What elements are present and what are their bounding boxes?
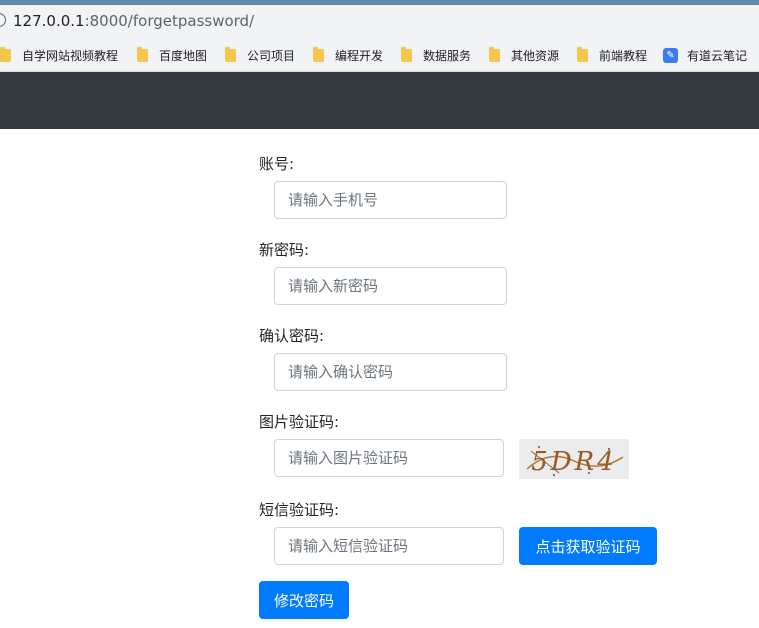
folder-icon [313, 46, 324, 62]
bookmark-label: 公司项目 [247, 48, 296, 63]
image-captcha-label: 图片验证码: [259, 413, 340, 431]
captcha-graphic: 5DR4 [519, 439, 629, 479]
folder-icon [0, 46, 11, 62]
confirm-password-input[interactable] [274, 353, 507, 391]
bookmark-item[interactable]: 前端教程 [577, 46, 647, 64]
bookmark-label: 百度地图 [159, 48, 208, 63]
folder-icon [137, 46, 148, 62]
new-password-label: 新密码: [259, 241, 310, 259]
forget-password-form: 账号: 新密码: 确认密码: 图片验证码: 5DR4 短信验证码: 点击获取验证… [0, 129, 759, 628]
bookmark-item[interactable]: ✎ 有道云笔记 [663, 46, 747, 64]
bookmark-label: 数据服务 [423, 48, 472, 63]
navbar [0, 72, 759, 129]
confirm-password-label: 确认密码: [259, 327, 325, 345]
folder-icon [489, 46, 500, 62]
bookmark-label: 自学网站视频教程 [22, 48, 119, 63]
bookmark-item[interactable]: 公司项目 [225, 46, 295, 64]
bookmarks-bar: 自学网站视频教程 百度地图 公司项目 编程开发 数据服务 其他资源 前端教程 ✎… [0, 37, 759, 72]
captcha-image[interactable]: 5DR4 [519, 439, 629, 479]
bookmark-label: 有道云笔记 [687, 48, 748, 63]
submit-button[interactable]: 修改密码 [259, 581, 349, 619]
bookmark-label: 其他资源 [511, 48, 560, 63]
info-icon[interactable] [0, 13, 6, 27]
new-password-input[interactable] [274, 267, 507, 305]
sms-code-input[interactable] [274, 527, 504, 565]
url-text[interactable]: 127.0.0.1:8000/forgetpassword/ [13, 12, 254, 30]
bookmark-label: 编程开发 [335, 48, 384, 63]
bookmark-item[interactable]: 数据服务 [401, 46, 471, 64]
account-label: 账号: [259, 155, 295, 173]
address-bar[interactable]: 127.0.0.1:8000/forgetpassword/ [0, 5, 759, 37]
get-code-button[interactable]: 点击获取验证码 [519, 527, 657, 565]
sms-code-label: 短信验证码: [259, 501, 340, 519]
bookmark-item[interactable]: 自学网站视频教程 [0, 46, 118, 64]
bookmark-label: 前端教程 [599, 48, 648, 63]
folder-icon [577, 46, 588, 62]
note-icon: ✎ [663, 47, 678, 63]
image-captcha-input[interactable] [274, 439, 504, 477]
bookmark-item[interactable]: 其他资源 [489, 46, 559, 64]
folder-icon [401, 46, 412, 62]
bookmark-item[interactable]: 编程开发 [313, 46, 383, 64]
url-path: :8000/forgetpassword/ [84, 12, 255, 30]
bookmark-item[interactable]: 百度地图 [137, 46, 207, 64]
folder-icon [225, 46, 236, 62]
url-host: 127.0.0.1 [13, 12, 85, 30]
account-input[interactable] [274, 181, 507, 219]
captcha-text: 5DR4 [531, 447, 617, 477]
